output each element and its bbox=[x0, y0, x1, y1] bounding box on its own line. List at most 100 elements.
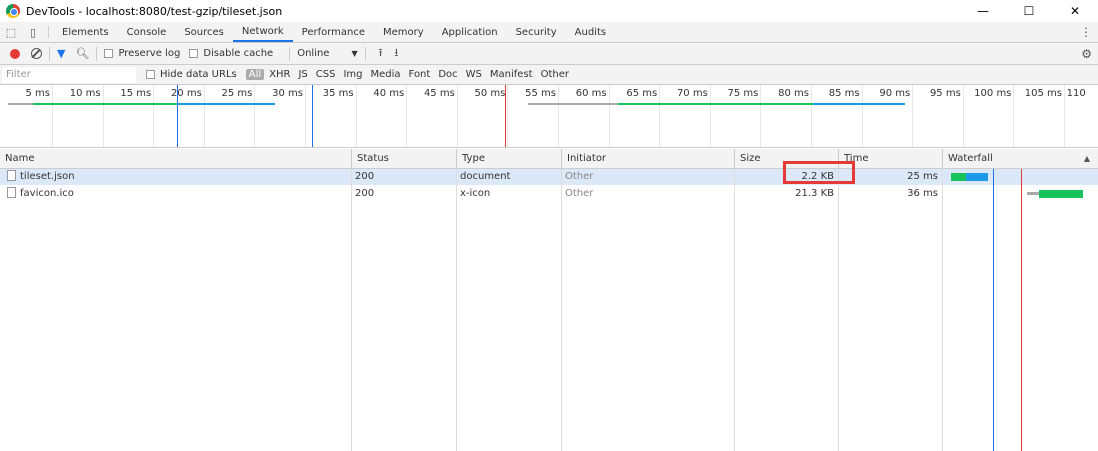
timeline-tick-label: 90 ms bbox=[879, 88, 911, 99]
tab-performance[interactable]: Performance bbox=[293, 22, 374, 42]
timeline-tick-label: 60 ms bbox=[575, 88, 607, 99]
type-filter-css[interactable]: CSS bbox=[313, 69, 339, 80]
timeline-gridline bbox=[912, 85, 914, 147]
chrome-logo-icon bbox=[6, 4, 20, 18]
column-divider bbox=[351, 169, 352, 451]
throttle-select[interactable]: Online ▼ bbox=[297, 48, 357, 59]
timeline-tick-label: 110 bbox=[1066, 88, 1086, 99]
type-filter-media[interactable]: Media bbox=[368, 69, 404, 80]
chevron-down-icon: ▼ bbox=[351, 49, 358, 58]
column-header-waterfall[interactable]: Waterfall ▲ bbox=[942, 149, 1098, 169]
more-menu-icon[interactable]: ⋮ bbox=[1080, 25, 1092, 39]
waterfall-bar-waiting bbox=[951, 173, 966, 181]
timeline-gridline bbox=[962, 85, 964, 147]
request-name: favicon.ico bbox=[20, 188, 74, 199]
type-filter-doc[interactable]: Doc bbox=[435, 69, 460, 80]
maximize-button[interactable]: ☐ bbox=[1006, 0, 1052, 22]
hide-data-urls-label: Hide data URLs bbox=[160, 69, 237, 80]
close-button[interactable]: ✕ bbox=[1052, 0, 1098, 22]
tab-elements[interactable]: Elements bbox=[53, 22, 118, 42]
tab-memory[interactable]: Memory bbox=[374, 22, 433, 42]
clear-icon[interactable] bbox=[31, 48, 42, 59]
toolbar-separator bbox=[364, 46, 366, 61]
toolbar-separator bbox=[49, 46, 50, 61]
column-divider bbox=[734, 169, 735, 451]
timeline-tick-label: 50 ms bbox=[474, 88, 506, 99]
preserve-log-label: Preserve log bbox=[118, 48, 181, 59]
disable-cache-label: Disable cache bbox=[203, 48, 274, 59]
inspect-element-icon[interactable]: ⬚ bbox=[0, 22, 22, 42]
column-divider bbox=[942, 169, 943, 451]
window-title: DevTools - localhost:8080/test-gzip/tile… bbox=[26, 4, 283, 18]
type-filter-js[interactable]: JS bbox=[295, 69, 310, 80]
timeline-tick-label: 40 ms bbox=[373, 88, 405, 99]
timeline-tick-label: 25 ms bbox=[221, 88, 253, 99]
timeline-overview[interactable]: 5 ms 10 ms 15 ms 20 ms 25 ms 30 ms 35 ms 40 ms 4… bbox=[0, 85, 1098, 148]
timeline-gridline bbox=[1064, 85, 1065, 147]
filter-icon[interactable]: ▼ bbox=[57, 47, 65, 60]
name-cell: tileset.json bbox=[3, 169, 351, 185]
document-icon bbox=[7, 170, 16, 181]
timeline-gridline bbox=[811, 85, 812, 147]
checkbox-box[interactable] bbox=[189, 49, 199, 58]
document-icon bbox=[7, 187, 16, 198]
type-filter-font[interactable]: Font bbox=[406, 69, 434, 80]
timeline-tick-label: 105 ms bbox=[1024, 88, 1062, 99]
type-filter-ws[interactable]: WS bbox=[463, 69, 485, 80]
tab-application[interactable]: Application bbox=[433, 22, 507, 42]
filter-input[interactable]: Filter bbox=[2, 66, 136, 83]
timeline-request-bar bbox=[618, 103, 813, 105]
timeline-tick-label: 20 ms bbox=[170, 88, 202, 99]
device-toolbar-icon[interactable]: ▯ bbox=[22, 22, 44, 42]
network-toolbar: ▼ 🔍︎ Preserve log Disable cache Online ▼… bbox=[0, 43, 1098, 65]
toolbar-separator bbox=[289, 46, 291, 61]
type-filter-other[interactable]: Other bbox=[538, 69, 572, 80]
tab-security[interactable]: Security bbox=[507, 22, 566, 42]
column-header-type[interactable]: Type bbox=[456, 149, 561, 169]
tab-sources[interactable]: Sources bbox=[175, 22, 233, 42]
record-icon[interactable] bbox=[10, 48, 20, 59]
timeline-gridline bbox=[254, 85, 256, 147]
devtools-tab-bar: ⬚ ▯ Elements Console Sources Network Per… bbox=[0, 22, 1098, 43]
column-header-name[interactable]: Name bbox=[0, 149, 351, 169]
timeline-gridline bbox=[608, 85, 610, 147]
type-filter-manifest[interactable]: Manifest bbox=[487, 69, 536, 80]
column-header-status[interactable]: Status bbox=[351, 149, 456, 169]
hide-data-urls-checkbox[interactable]: Hide data URLs bbox=[146, 69, 237, 80]
timeline-tick-label: 30 ms bbox=[272, 88, 303, 99]
type-filter-all[interactable]: All bbox=[245, 69, 265, 80]
type-filter-img[interactable]: Img bbox=[340, 69, 365, 80]
minimize-button[interactable]: — bbox=[960, 0, 1006, 22]
column-divider bbox=[838, 169, 839, 451]
timeline-gridline bbox=[305, 85, 306, 147]
tab-audits[interactable]: Audits bbox=[566, 22, 615, 42]
highlight-annotation bbox=[783, 161, 855, 184]
timeline-request-bar bbox=[8, 103, 33, 105]
table-row[interactable]: tileset.json 200 document Other 2.2 KB 2… bbox=[0, 169, 1098, 185]
waterfall-bar-queued bbox=[1027, 192, 1039, 195]
timeline-gridline bbox=[456, 85, 458, 147]
throttle-value: Online bbox=[297, 48, 330, 59]
checkbox-box[interactable] bbox=[146, 70, 155, 79]
timeline-gridline bbox=[760, 85, 762, 147]
name-cell: favicon.ico bbox=[3, 186, 351, 202]
disable-cache-checkbox[interactable]: Disable cache bbox=[189, 48, 273, 59]
dom-content-loaded-line bbox=[993, 169, 994, 451]
import-har-icon[interactable]: ⭱ bbox=[379, 44, 383, 63]
column-header-initiator[interactable]: Initiator bbox=[561, 149, 734, 169]
type-filter-xhr[interactable]: XHR bbox=[266, 69, 293, 80]
table-row[interactable]: favicon.ico 200 x-icon Other 21.3 KB 36 … bbox=[0, 186, 1098, 202]
toolbar-separator bbox=[96, 46, 98, 61]
status-cell: 200 bbox=[355, 188, 375, 199]
gear-icon[interactable]: ⚙ bbox=[1081, 47, 1092, 61]
preserve-log-checkbox[interactable]: Preserve log bbox=[104, 48, 180, 59]
search-icon[interactable]: 🔍︎ bbox=[75, 47, 89, 60]
timeline-tick-label: 55 ms bbox=[525, 88, 556, 99]
sort-ascending-icon[interactable]: ▲ bbox=[1084, 149, 1090, 169]
tab-separator bbox=[48, 26, 49, 38]
checkbox-box[interactable] bbox=[104, 49, 114, 58]
tab-network[interactable]: Network bbox=[232, 22, 293, 42]
export-har-icon[interactable]: ⭳ bbox=[394, 44, 398, 63]
tab-console[interactable]: Console bbox=[118, 22, 176, 42]
timeline-request-bar bbox=[33, 103, 178, 105]
